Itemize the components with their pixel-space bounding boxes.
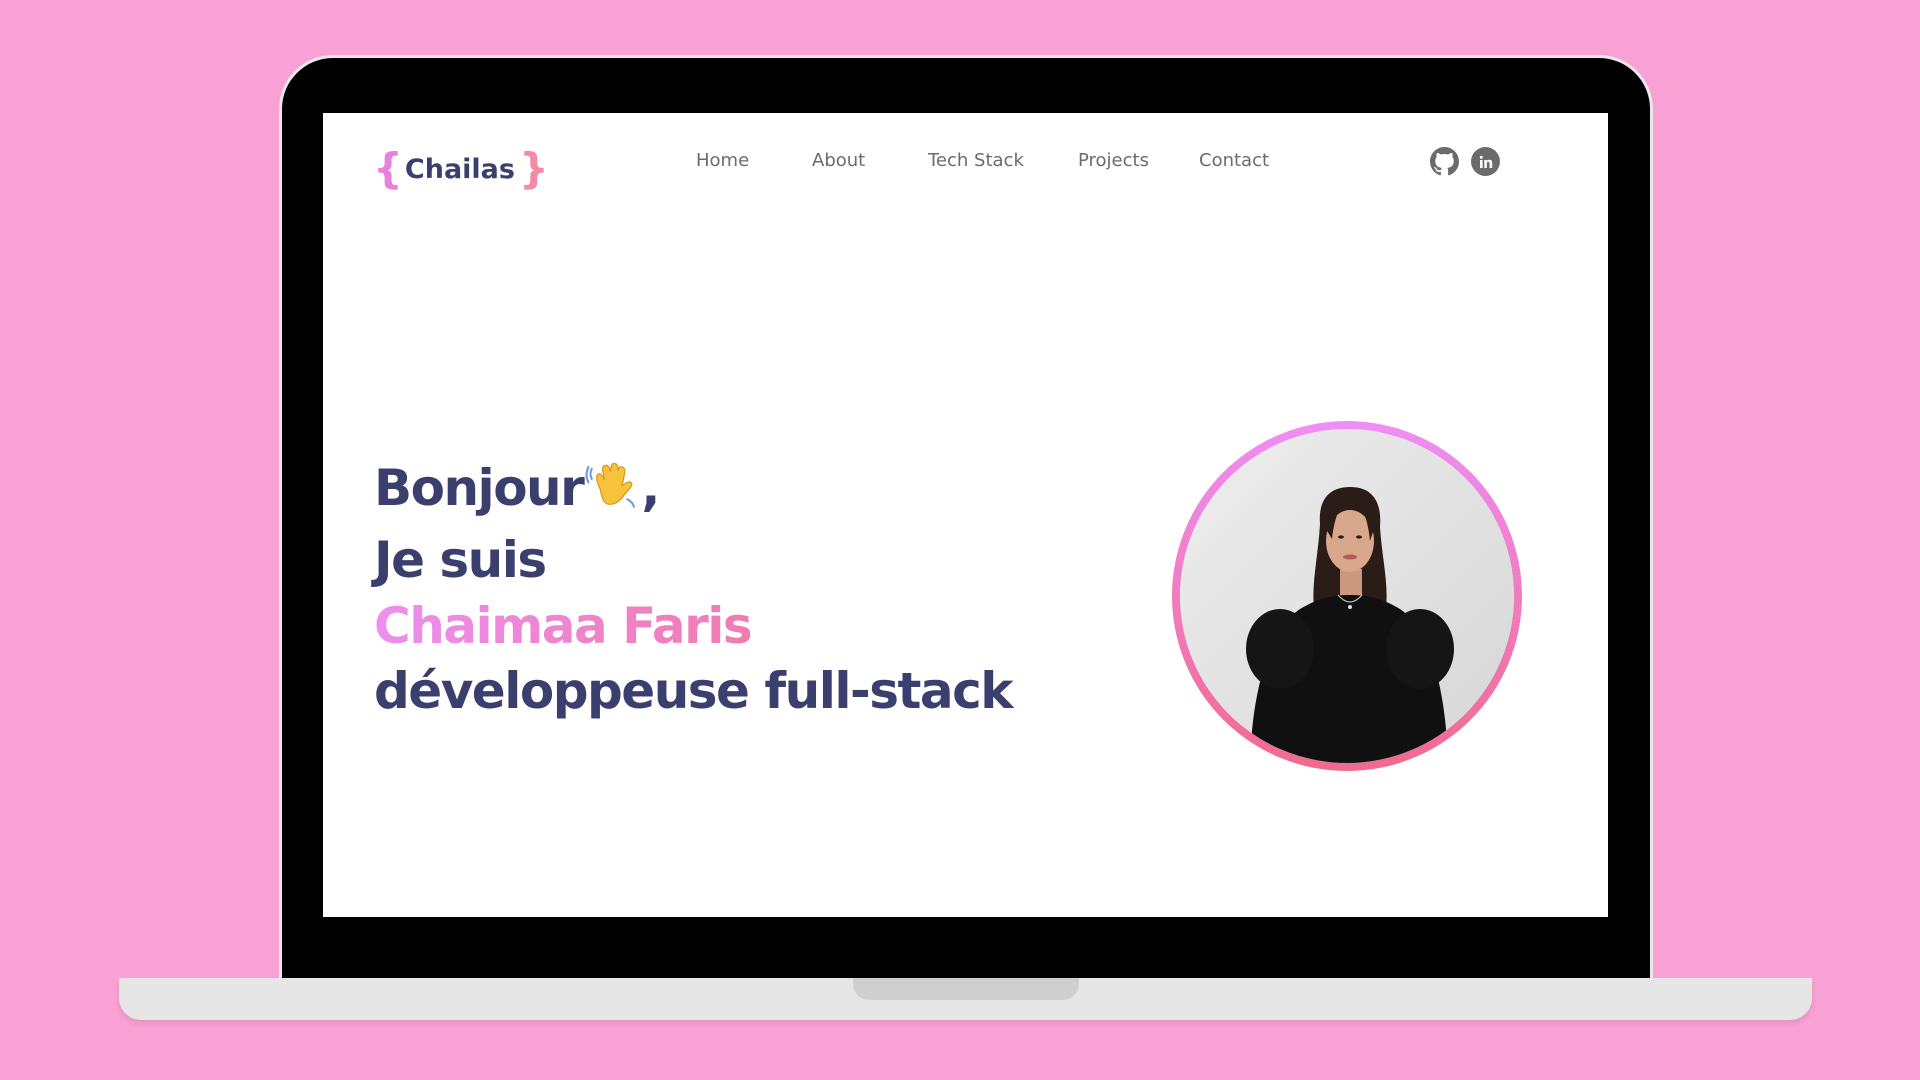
mockup-stage: { Chailas } Home About Tech Stack Projec… [0,0,1920,1080]
waving-hand-icon [585,462,636,508]
nav-tech-stack[interactable]: Tech Stack [928,150,1024,171]
avatar-ring [1172,421,1522,771]
avatar [1180,429,1514,763]
hero-greeting: Bonjour , [374,457,660,517]
nav-home[interactable]: Home [696,150,749,171]
greeting-text: Bonjour [374,459,585,517]
hero-name: Chaimaa Faris [374,597,753,655]
hero-role: développeuse full-stack [374,662,1014,720]
greeting-comma: , [641,459,660,517]
nav-projects[interactable]: Projects [1078,150,1149,171]
social-links [1430,147,1500,176]
nav-contact[interactable]: Contact [1199,150,1269,171]
website-screen: { Chailas } Home About Tech Stack Projec… [323,113,1608,917]
main-nav: Home About Tech Stack Projects Contact [323,150,1608,180]
nav-about[interactable]: About [812,150,865,171]
hero-intro: Je suis [374,531,547,589]
laptop-notch [853,978,1079,1000]
github-icon[interactable] [1430,147,1459,176]
linkedin-icon[interactable] [1471,147,1500,176]
